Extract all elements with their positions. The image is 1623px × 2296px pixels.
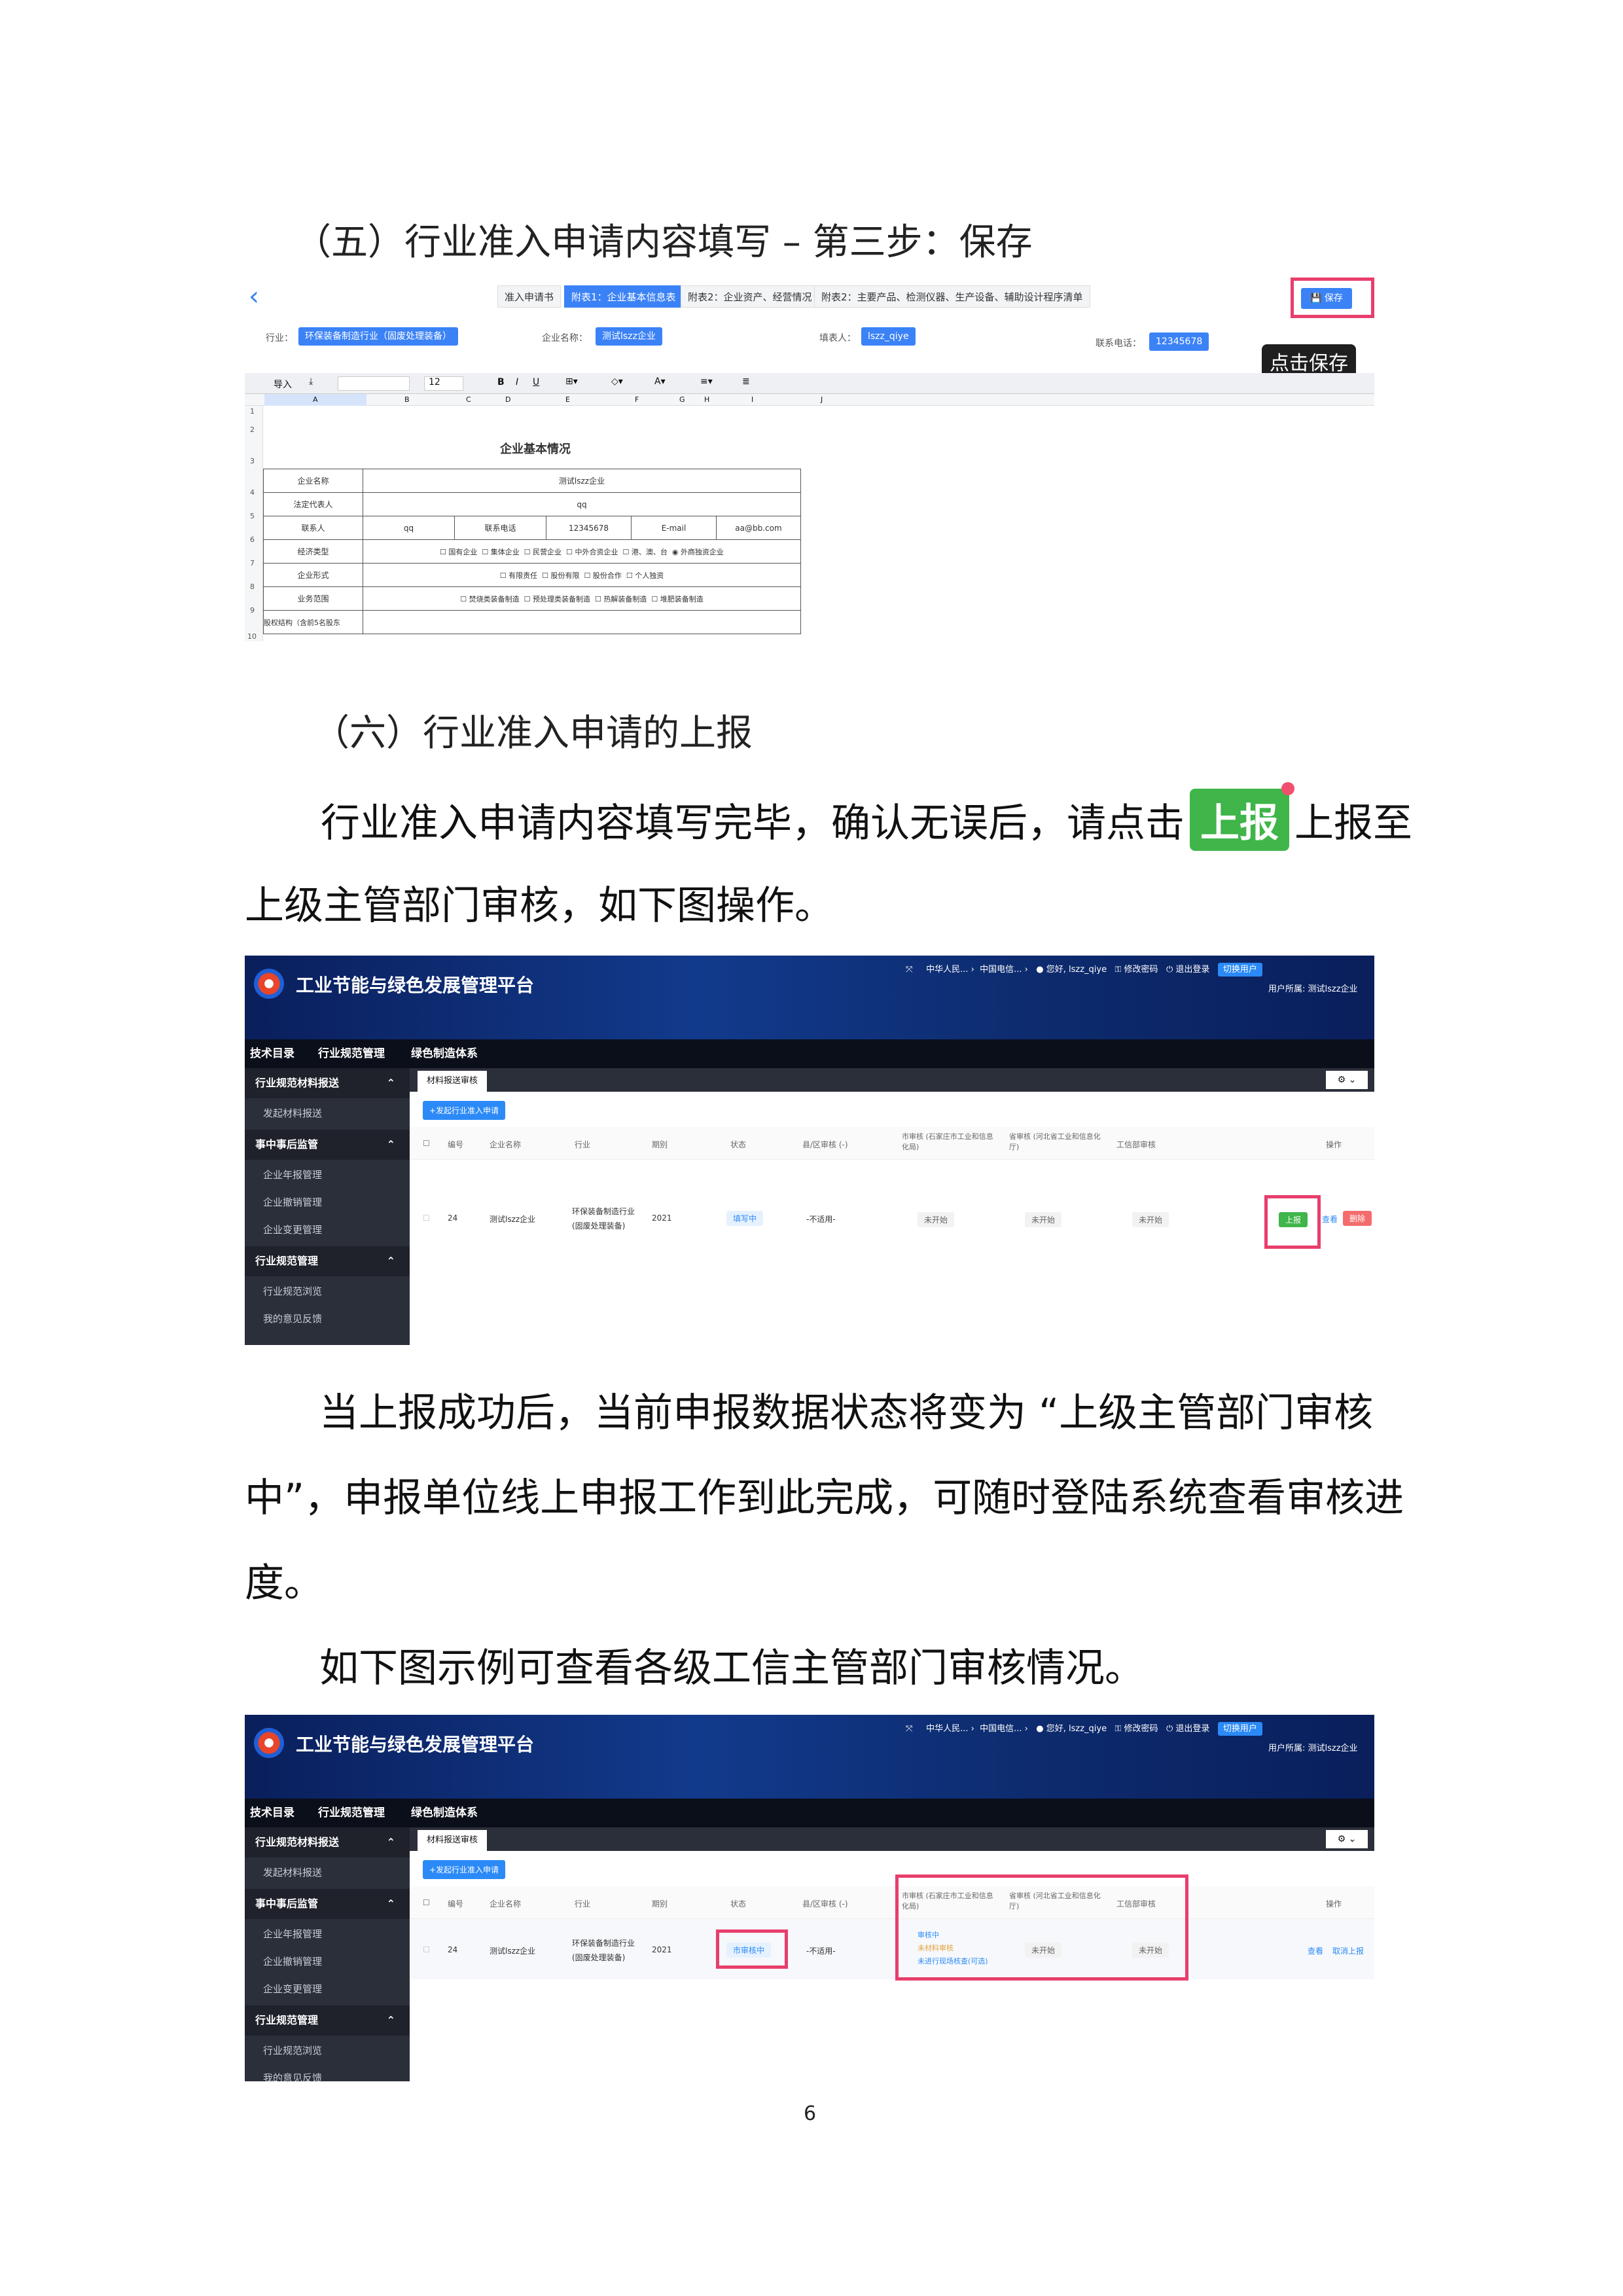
side-item-initiate[interactable]: 发起材料报送 [263, 1106, 322, 1120]
logo-icon [254, 1728, 284, 1758]
power-icon: ⏻ [1166, 1724, 1173, 1734]
view-link[interactable]: 查看 [1322, 1213, 1338, 1225]
view-link[interactable]: 查看 [1308, 1945, 1323, 1956]
report-button[interactable]: 上报 [1279, 1212, 1308, 1227]
para2-line1: 当上报成功后，当前申报数据状态将变为 “上级主管部门审核 [319, 1390, 1374, 1436]
fullscreen-icon[interactable]: ⤧ [906, 965, 912, 975]
key-icon: ⚿ [1115, 1724, 1122, 1734]
bold-icon[interactable]: B [497, 377, 505, 387]
company-value: 测试lszz企业 [596, 327, 662, 346]
tab-basic-info[interactable]: 附表1：企业基本信息表 [564, 285, 683, 308]
sidebar: 行业规范材料报送 ⌃ 发起材料报送 事中事后监管 ⌃ 企业年报管理 企业撤销管理 企… [245, 1827, 410, 2081]
tab-material-review[interactable]: 材料报送审核 [418, 1071, 488, 1092]
sidebar: 行业规范材料报送 ⌃ 发起材料报送 事中事后监管 ⌃ 企业年报管理 企业撤销管理 企… [245, 1068, 410, 1345]
screenshot-editor: ‹ 准入申请书 附表1：企业基本信息表 附表2：企业资产、经营情况 附表2：主要… [245, 268, 1374, 641]
key-icon: ⚿ [1115, 965, 1122, 975]
side-item-change[interactable]: 企业变更管理 [263, 1223, 322, 1236]
settings-icon[interactable]: ⚙ ⌄ [1326, 1830, 1368, 1848]
side-item-initiate[interactable]: 发起材料报送 [263, 1865, 322, 1879]
para3: 如下图示例可查看各级工信主管部门审核情况。 [319, 1645, 1144, 1691]
power-icon: ⏻ [1166, 965, 1173, 975]
status-badge: 市审核中 [726, 1943, 772, 1958]
company-label: 企业名称： [542, 333, 588, 344]
basic-info-table: 企业名称 测试lszz企业 法定代表人 qq 联系人 qq 联系电话 12345678 E-… [263, 469, 801, 634]
wrap-icon[interactable]: ≣ [742, 376, 750, 387]
tab-application[interactable]: 准入申请书 [497, 285, 562, 308]
heading-step-six: （六）行业准入申请的上报 [313, 712, 753, 755]
font-size-select[interactable]: 12 [424, 376, 463, 391]
nav-tech[interactable]: 技术目录 [250, 1799, 294, 1827]
settings-icon[interactable]: ⚙ ⌄ [1326, 1071, 1368, 1089]
tab-products[interactable]: 附表2：主要产品、检测仪器、生产设备、辅助设计程序清单 [814, 285, 1090, 308]
page-number: 6 [804, 2102, 817, 2125]
italic-icon[interactable]: I [516, 377, 518, 387]
font-color-icon[interactable]: A▾ [654, 376, 666, 387]
para2-line2: 中”，申报单位线上申报工作到此完成，可随时登陆系统查看审核进 [245, 1475, 1404, 1521]
industry-value: 环保装备制造行业（固废处理装备） [298, 327, 458, 346]
para1-line1: 行业准入申请内容填写完毕，确认无误后，请点击 上报 上报至 [321, 782, 1412, 851]
phone-value: 12345678 [1149, 332, 1209, 351]
side-group-standard[interactable]: 行业规范管理 ⌃ [245, 2005, 410, 2036]
status-badge: 填写中 [726, 1211, 764, 1226]
delete-button[interactable]: 删除 [1343, 1211, 1372, 1226]
screenshot-submit: 工业节能与绿色发展管理平台 ⤧ 中华人民... › 中国电信... › ● 您好… [245, 956, 1374, 1345]
align-icon[interactable]: ≡▾ [700, 376, 713, 387]
inline-report-button: 上报 [1190, 782, 1294, 851]
nav-tech[interactable]: 技术目录 [250, 1039, 294, 1068]
side-item-revoke[interactable]: 企业撤销管理 [263, 1954, 322, 1968]
industry-label: 行业： [266, 333, 293, 344]
side-item-revoke[interactable]: 企业撤销管理 [263, 1195, 322, 1209]
topbar: ⤧ 中华人民... › 中国电信... › ● 您好, lszz_qiye ⚿ … [906, 1721, 1262, 1736]
app-title: 工业节能与绿色发展管理平台 [296, 1734, 535, 1755]
side-item-browse[interactable]: 行业规范浏览 [263, 1284, 322, 1298]
owner-text: 用户所属: 测试lszz企业 [1268, 984, 1358, 994]
side-group-material[interactable]: 行业规范材料报送 ⌃ [245, 1068, 410, 1098]
user-icon: ● [1036, 1724, 1044, 1734]
side-item-annual[interactable]: 企业年报管理 [263, 1927, 322, 1941]
back-icon[interactable]: ‹ [249, 281, 259, 312]
owner-text: 用户所属: 测试lszz企业 [1268, 1744, 1358, 1753]
para2-line3: 度。 [245, 1560, 323, 1606]
export-icon[interactable]: ⤓ [309, 376, 313, 387]
fullscreen-icon[interactable]: ⤧ [906, 1724, 912, 1734]
topbar: ⤧ 中华人民... › 中国电信... › ● 您好, lszz_qiye ⚿ … [906, 962, 1262, 977]
filler-value: lszz_qiye [861, 327, 916, 346]
logo-icon [254, 969, 284, 999]
cancel-report-link[interactable]: 取消上报 [1332, 1945, 1364, 1956]
side-item-annual[interactable]: 企业年报管理 [263, 1168, 322, 1181]
sheet-title: 企业基本情况 [500, 442, 571, 456]
row-header: 1 2 3 4 5 6 7 8 9 10 [245, 406, 263, 641]
side-item-feedback[interactable]: 我的意见反馈 [263, 2071, 322, 2081]
side-group-supervision[interactable]: 事中事后监管 ⌃ [245, 1889, 410, 1919]
app-title: 工业节能与绿色发展管理平台 [296, 975, 535, 996]
save-button[interactable]: 💾 保存 [1301, 288, 1352, 309]
nav-green[interactable]: 绿色制造体系 [411, 1799, 478, 1827]
nav-industry[interactable]: 行业规范管理 [318, 1039, 385, 1068]
side-group-supervision[interactable]: 事中事后监管 ⌃ [245, 1130, 410, 1160]
import-button[interactable]: 导入 [274, 378, 292, 391]
side-group-material[interactable]: 行业规范材料报送 ⌃ [245, 1827, 410, 1857]
user-icon: ● [1036, 965, 1044, 975]
para1-line2: 上级主管部门审核，如下图操作。 [245, 883, 834, 929]
new-application-button[interactable]: +发起行业准入申请 [423, 1860, 506, 1879]
nav-industry[interactable]: 行业规范管理 [318, 1799, 385, 1827]
underline-icon[interactable]: U [533, 377, 539, 387]
side-item-change[interactable]: 企业变更管理 [263, 1982, 322, 1996]
heading-step-five: （五）行业准入申请内容填写 – 第三步：保存 [294, 221, 1033, 264]
sheet-toolbar: 导入 ⤓ 12 B I U ⊞▾ ◇▾ A▾ ≡▾ ≣ [245, 373, 1374, 394]
nav-green[interactable]: 绿色制造体系 [411, 1039, 478, 1068]
side-group-standard[interactable]: 行业规范管理 ⌃ [245, 1246, 410, 1276]
new-application-button[interactable]: +发起行业准入申请 [423, 1101, 506, 1120]
side-item-browse[interactable]: 行业规范浏览 [263, 2043, 322, 2057]
font-select[interactable] [338, 376, 410, 391]
phone-label: 联系电话： [1096, 338, 1141, 349]
side-item-feedback[interactable]: 我的意见反馈 [263, 1312, 322, 1325]
column-header: A B C D E F G H I J [245, 394, 1374, 406]
tab-material-review[interactable]: 材料报送审核 [418, 1830, 488, 1851]
filler-label: 填表人： [819, 333, 856, 344]
border-icon[interactable]: ⊞▾ [565, 376, 578, 387]
tab-assets[interactable]: 附表2：企业资产、经营情况 [681, 285, 819, 308]
screenshot-review-progress: 工业节能与绿色发展管理平台 ⤧ 中华人民... › 中国电信... › ● 您好… [245, 1715, 1374, 2081]
fill-color-icon[interactable]: ◇▾ [611, 376, 623, 387]
